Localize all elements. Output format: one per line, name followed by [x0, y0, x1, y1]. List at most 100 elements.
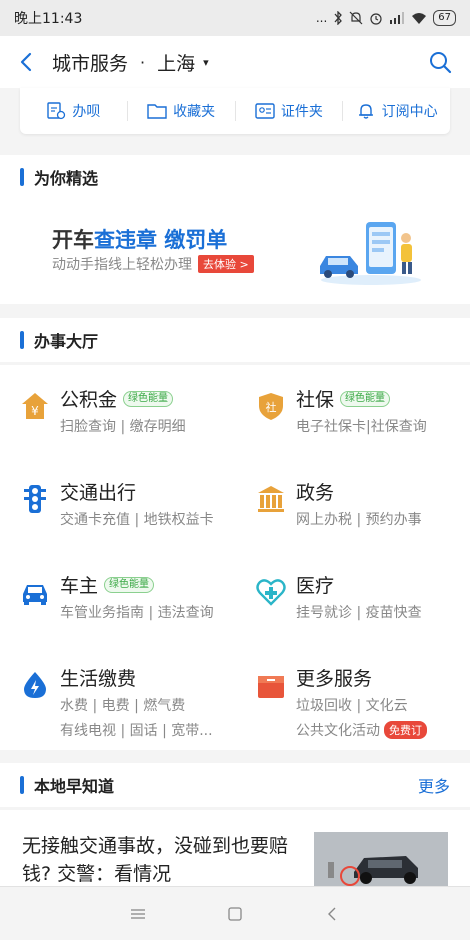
news-thumbnail — [314, 832, 448, 888]
svg-text:社: 社 — [266, 400, 277, 414]
service-description-line2: 有线电视 | 固话 | 宽带... — [60, 720, 213, 740]
service-description: 网上办税 | 预约办事 — [296, 512, 422, 528]
cell-signal-icon — [390, 12, 405, 24]
service-social-security[interactable]: 社 社保 绿色能量 电子社保卡|社保查询 — [256, 385, 470, 475]
service-medical[interactable]: 医疗 挂号就诊 | 疫苗快查 — [256, 571, 470, 661]
service-description: 车管业务指南 | 违法查询 — [60, 605, 214, 621]
quick-item-label: 订阅中心 — [381, 104, 438, 120]
section-title-text: 本地早知道 — [34, 777, 115, 796]
wifi-icon — [412, 13, 427, 24]
quick-item-label: 证件夹 — [280, 104, 323, 120]
id-card-icon — [255, 103, 275, 119]
signal-dots: ... — [315, 11, 328, 25]
service-description-text: 公共文化活动 — [296, 723, 380, 739]
section-accent-bar — [20, 776, 24, 794]
status-time: 晚上11:43 — [14, 11, 83, 27]
green-energy-badge: 绿色能量 — [123, 390, 174, 407]
service-name-text: 政务 — [296, 482, 335, 504]
green-energy-badge: 绿色能量 — [104, 576, 155, 593]
service-name: 交通出行 — [60, 478, 136, 505]
form-icon — [47, 102, 66, 120]
service-description: 交通卡充值 | 地铁权益卡 — [60, 512, 214, 528]
service-description: 挂号就诊 | 疫苗快查 — [296, 605, 422, 621]
quick-item-label: 收藏夹 — [173, 104, 216, 120]
section-accent-bar — [20, 168, 24, 186]
service-grid: ¥ 公积金 绿色能量 扫脸查询 | 缴存明细 社 社保 绿色能量 电子社保卡|社保查… — [0, 365, 470, 750]
service-name: 生活缴费 — [60, 664, 136, 691]
service-description: 垃圾回收 | 文化云 — [296, 698, 408, 714]
news-headline: 无接触交通事故，没碰到也要赔钱? 交警：看情况 — [22, 835, 289, 885]
quick-item-favorites[interactable]: 收藏夹 — [128, 101, 236, 121]
quick-item-subscriptions[interactable]: 订阅中心 — [343, 101, 450, 121]
service-more[interactable]: 更多服务 垃圾回收 | 文化云 公共文化活动 免费订 — [256, 664, 470, 754]
search-icon[interactable] — [428, 50, 452, 74]
service-description: 电子社保卡|社保查询 — [296, 419, 427, 435]
bell-icon — [358, 104, 373, 119]
featured-banner[interactable]: 开车查违章 缴罚单 动动手指线上轻松办理 去体验 > — [0, 198, 470, 304]
app-header: 城市服务 · 上海 ▾ — [0, 36, 470, 88]
service-transportation[interactable]: 交通出行 交通卡充值 | 地铁权益卡 — [20, 478, 240, 568]
service-name: 社保 绿色能量 — [296, 385, 391, 412]
service-name-text: 车主 — [60, 575, 99, 597]
folder-icon — [147, 104, 167, 119]
green-energy-badge: 绿色能量 — [340, 390, 391, 407]
back-icon[interactable] — [320, 902, 344, 926]
chevron-down-icon[interactable]: ▾ — [203, 56, 209, 69]
banner-title-prefix: 开车 — [52, 228, 94, 252]
car-icon — [23, 585, 47, 605]
service-name-text: 医疗 — [296, 575, 335, 597]
service-government[interactable]: 政务 网上办税 | 预约办事 — [256, 478, 470, 568]
quick-item-label: 办呗 — [72, 104, 101, 120]
service-description: 水费 | 电费 | 燃气费 — [60, 698, 186, 714]
service-name: 车主 绿色能量 — [60, 571, 155, 598]
section-accent-bar — [20, 331, 24, 349]
section-local-news-title: 本地早知道 更多 — [0, 763, 470, 807]
home-icon[interactable] — [223, 902, 247, 926]
house-fund-icon: ¥ — [22, 393, 48, 419]
banner-subtitle: 动动手指线上轻松办理 去体验 > — [52, 254, 254, 274]
government-icon — [258, 486, 284, 512]
service-name-text: 社保 — [296, 389, 335, 411]
free-subscribe-badge[interactable]: 免费订 — [384, 721, 427, 739]
water-drop-icon — [24, 672, 46, 698]
service-description-text: 有线电视 | 固话 | 宽带... — [60, 723, 213, 739]
service-name-text: 交通出行 — [60, 482, 137, 504]
city-selector[interactable]: 上海 — [157, 49, 195, 76]
title-separator: · — [140, 52, 146, 72]
service-housing-fund[interactable]: ¥ 公积金 绿色能量 扫脸查询 | 缴存明细 — [20, 385, 240, 475]
battery-indicator: 67 — [433, 10, 456, 26]
accident-photo-placeholder — [314, 832, 448, 888]
status-bar: 晚上11:43 ... 67 — [0, 0, 470, 36]
service-description-line2: 公共文化活动 免费订 — [296, 720, 427, 740]
back-arrow-icon[interactable] — [14, 50, 38, 74]
service-name: 医疗 — [296, 571, 334, 598]
more-link[interactable]: 更多 — [418, 773, 450, 797]
service-name-text: 公积金 — [60, 389, 118, 411]
section-title-text: 办事大厅 — [34, 332, 99, 351]
service-car-owner[interactable]: 车主 绿色能量 车管业务指南 | 违法查询 — [20, 571, 240, 661]
service-name-text: 更多服务 — [296, 668, 373, 690]
more-services-icon — [258, 676, 284, 698]
news-item[interactable]: 无接触交通事故，没碰到也要赔钱? 交警：看情况 — [0, 810, 470, 888]
banner-subtitle-text: 动动手指线上轻松办理 — [52, 257, 192, 273]
traffic-light-icon — [24, 485, 46, 513]
bluetooth-icon — [334, 11, 343, 25]
quick-item-id-wallet[interactable]: 证件夹 — [236, 101, 344, 121]
menu-icon[interactable] — [126, 902, 150, 926]
service-utility-payment[interactable]: 生活缴费 水费 | 电费 | 燃气费 有线电视 | 固话 | 宽带... — [20, 664, 240, 754]
mute-bell-icon — [349, 11, 363, 25]
service-name-text: 生活缴费 — [60, 668, 137, 690]
service-description: 扫脸查询 | 缴存明细 — [60, 419, 186, 435]
system-nav-bar — [0, 886, 470, 940]
try-it-button[interactable]: 去体验 > — [198, 255, 254, 273]
status-icons: ... 67 — [316, 10, 456, 26]
svg-text:¥: ¥ — [31, 404, 39, 418]
banner-title: 开车查违章 缴罚单 — [52, 224, 227, 254]
medical-icon — [256, 579, 286, 606]
alarm-icon — [370, 13, 382, 25]
quick-access-bar: 办呗 收藏夹 证件夹 订阅中心 — [20, 88, 450, 134]
quick-item-banbei[interactable]: 办呗 — [20, 101, 128, 121]
banner-title-highlight: 查违章 缴罚单 — [94, 228, 228, 252]
service-name: 更多服务 — [296, 664, 372, 691]
page-title: 城市服务 — [52, 52, 129, 75]
